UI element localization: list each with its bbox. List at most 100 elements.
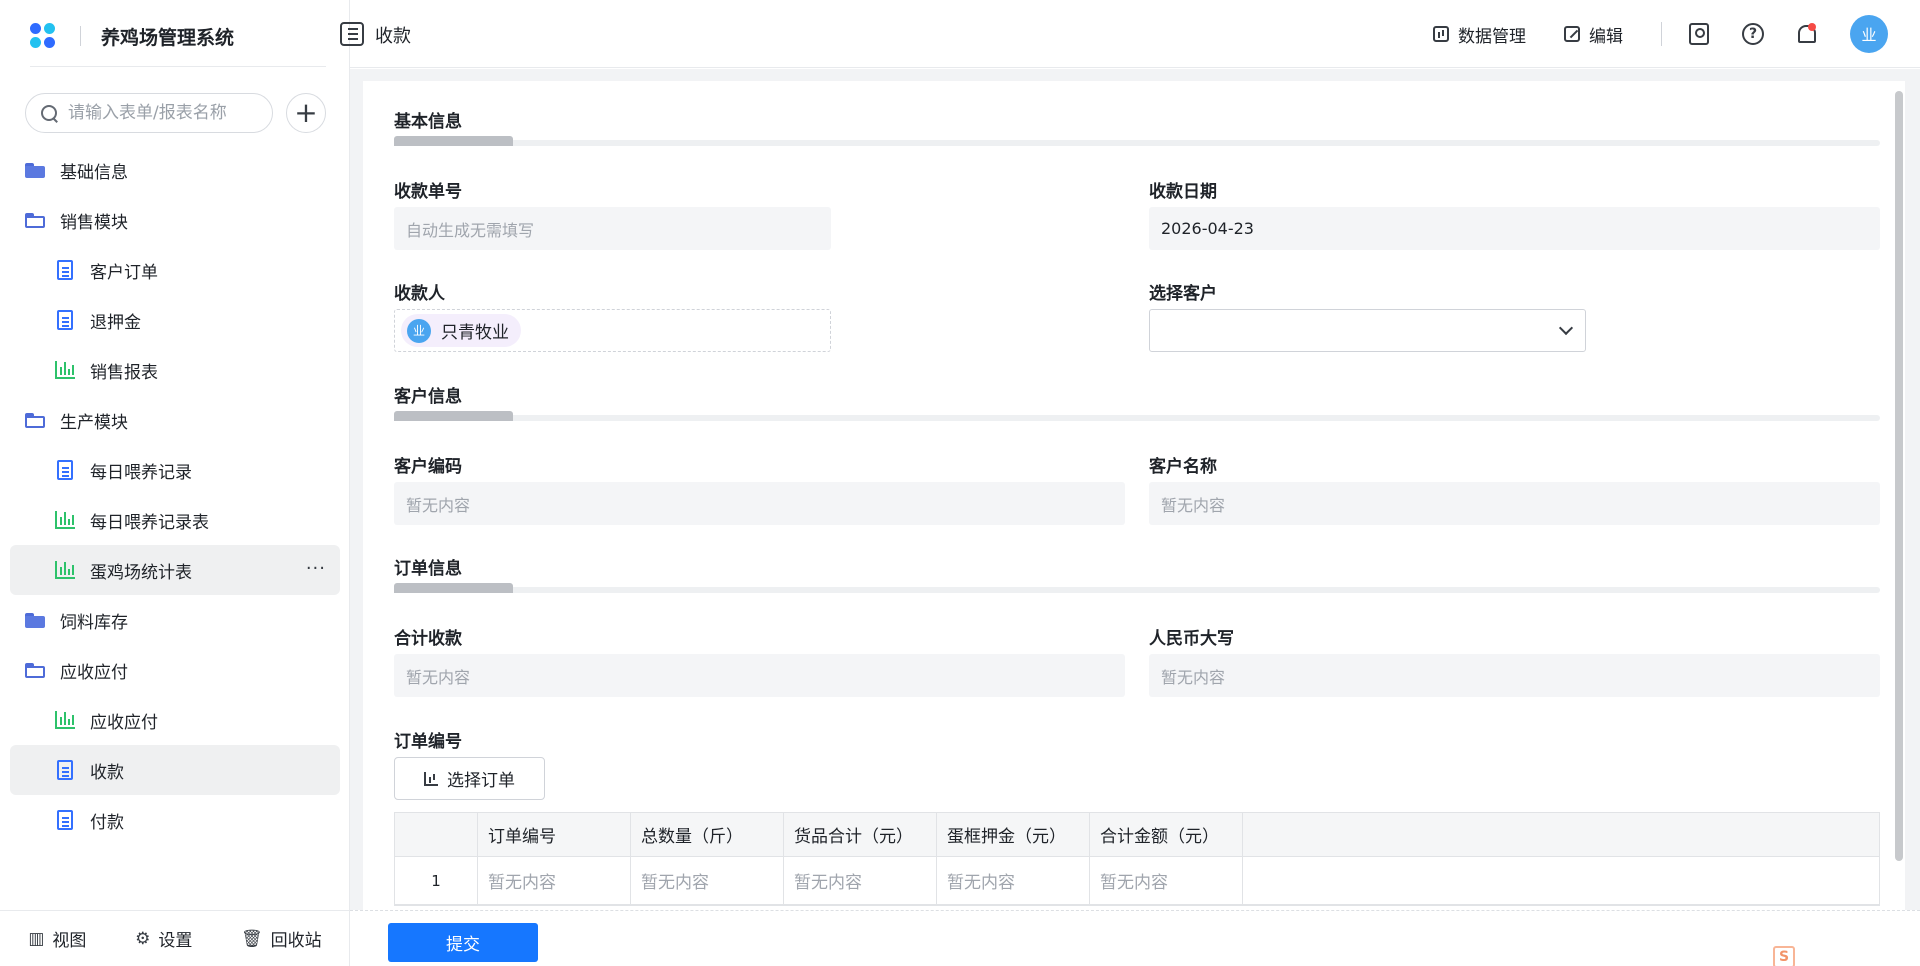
help-button[interactable]: ? <box>1742 23 1764 45</box>
form-doc-icon <box>54 809 76 831</box>
bar-chart-icon <box>424 771 438 786</box>
section-divider-customer <box>394 411 1880 421</box>
edit-icon <box>1564 26 1580 42</box>
report-chart-icon <box>54 359 76 381</box>
sidebar-item-label: 付款 <box>90 812 124 833</box>
brand-divider-line <box>30 66 326 67</box>
sidebar-item[interactable]: 每日喂养记录表 <box>10 495 340 545</box>
settings-label: 设置 <box>158 931 193 951</box>
help-icon: ? <box>1742 23 1764 45</box>
view-button[interactable]: ▥ 视图 <box>28 926 86 952</box>
folder-open-icon <box>24 659 46 681</box>
sidebar-item[interactable]: 付款 <box>10 795 340 845</box>
sidebar-item-label: 退押金 <box>90 312 141 333</box>
sidebar-item-label: 收款 <box>90 762 124 783</box>
payee-avatar: 业 <box>407 318 431 343</box>
edit-label: 编辑 <box>1589 26 1623 47</box>
customer-code-label: 客户编码 <box>394 457 462 477</box>
select-order-button[interactable]: 选择订单 <box>394 757 545 800</box>
sidebar-item[interactable]: 客户订单 <box>10 245 340 295</box>
brand-divider <box>80 26 81 46</box>
brand: 养鸡场管理系统 <box>30 16 234 56</box>
table-index-header <box>395 813 478 856</box>
sidebar-item-label: 饲料库存 <box>60 612 128 633</box>
section-divider-basic <box>394 136 1880 146</box>
receipt-date-field[interactable]: 2026-04-23 <box>1149 207 1880 250</box>
table-column-header: 蛋框押金（元） <box>937 813 1090 856</box>
collapse-sidebar-icon[interactable] <box>340 22 364 46</box>
sidebar-item-label: 每日喂养记录表 <box>90 512 209 533</box>
folder-icon <box>24 609 46 631</box>
main-area: 基本信息 收款单号 自动生成无需填写 收款日期 2026-04-23 收款人 业… <box>350 69 1920 966</box>
total-label: 合计收款 <box>394 629 462 649</box>
notifications-button[interactable] <box>1796 23 1818 45</box>
recycle-bin-label: 回收站 <box>270 931 322 951</box>
sidebar-item[interactable]: 销售报表 <box>10 345 340 395</box>
gear-icon: ⚙ <box>135 928 151 949</box>
section-title-order: 订单信息 <box>394 559 462 579</box>
contacts-button[interactable] <box>1688 23 1710 45</box>
form-doc-icon <box>54 759 76 781</box>
submit-button[interactable]: 提交 <box>388 923 538 962</box>
add-button[interactable]: + <box>286 93 326 133</box>
receipt-no-label: 收款单号 <box>394 182 462 202</box>
table-cell: 暂无内容 <box>1090 857 1243 904</box>
search-input[interactable] <box>68 103 258 123</box>
sidebar-item[interactable]: 生产模块 <box>10 395 340 445</box>
payee-label: 收款人 <box>394 284 445 304</box>
scrollbar[interactable] <box>1895 91 1903 861</box>
order-no-label: 订单编号 <box>394 732 462 752</box>
payee-name: 只青牧业 <box>441 323 509 343</box>
payee-chip[interactable]: 业 只青牧业 <box>401 314 521 347</box>
data-manage-button[interactable]: 数据管理 <box>1433 22 1526 47</box>
page-title: 收款 <box>375 26 411 47</box>
payee-field[interactable]: 业 只青牧业 <box>394 309 831 352</box>
customer-select[interactable] <box>1149 309 1586 352</box>
data-chart-icon <box>1433 26 1449 42</box>
order-table: 订单编号 总数量（斤） 货品合计（元） 蛋框押金（元） 合计金额（元） 1 暂无内容 暂无内容… <box>394 812 1880 906</box>
edit-button[interactable]: 编辑 <box>1564 22 1623 47</box>
watermark-logo-icon: S <box>1773 946 1795 966</box>
sidebar-item[interactable]: 基础信息 <box>10 145 340 195</box>
total-field: 暂无内容 <box>394 654 1125 697</box>
view-bars-icon: ▥ <box>28 928 45 949</box>
sidebar-item[interactable]: 蛋鸡场统计表 ··· <box>10 545 340 595</box>
settings-button[interactable]: ⚙ 设置 <box>135 926 193 952</box>
sidebar-item[interactable]: 饲料库存 <box>10 595 340 645</box>
sidebar-item[interactable]: 销售模块 <box>10 195 340 245</box>
folder-open-icon <box>24 409 46 431</box>
section-title-customer: 客户信息 <box>394 387 462 407</box>
sidebar-item-label: 销售报表 <box>90 362 158 383</box>
app-logo-icon <box>30 23 56 49</box>
sidebar-item[interactable]: 每日喂养记录 <box>10 445 340 495</box>
sidebar-item[interactable]: 应收应付 <box>10 695 340 745</box>
top-header: 收款 数据管理 编辑 ? 业 <box>340 0 1920 68</box>
search-box[interactable] <box>25 93 273 133</box>
bell-icon <box>1798 23 1816 43</box>
form-doc-icon <box>54 259 76 281</box>
user-avatar[interactable]: 业 <box>1850 15 1888 53</box>
rmb-field: 暂无内容 <box>1149 654 1880 697</box>
table-cell: 暂无内容 <box>631 857 784 904</box>
table-cell: 暂无内容 <box>784 857 937 904</box>
sidebar-item-label: 每日喂养记录 <box>90 462 192 483</box>
section-title-basic: 基本信息 <box>394 112 462 132</box>
plus-icon: + <box>294 96 318 129</box>
trash-icon: 🗑 <box>241 928 263 949</box>
sidebar: 养鸡场管理系统 + 基础信息销售模块客户订单退押金销售报表生产模块每日喂养记录每… <box>0 0 350 966</box>
form-doc-icon <box>54 459 76 481</box>
header-divider <box>1661 22 1662 46</box>
sidebar-item[interactable]: 应收应付 <box>10 645 340 695</box>
sidebar-item-label: 蛋鸡场统计表 <box>90 562 192 583</box>
customer-code-field: 暂无内容 <box>394 482 1125 525</box>
sidebar-item[interactable]: 退押金 <box>10 295 340 345</box>
more-options-icon[interactable]: ··· <box>306 558 326 579</box>
data-manage-label: 数据管理 <box>1458 26 1526 47</box>
sidebar-item-label: 销售模块 <box>60 212 128 233</box>
report-chart-icon <box>54 509 76 531</box>
table-row: 1 暂无内容 暂无内容 暂无内容 暂无内容 暂无内容 <box>395 857 1879 905</box>
table-column-header: 总数量（斤） <box>631 813 784 856</box>
sidebar-item[interactable]: 收款 <box>10 745 340 795</box>
row-index: 1 <box>395 857 478 904</box>
recycle-bin-button[interactable]: 🗑 回收站 <box>241 926 322 952</box>
